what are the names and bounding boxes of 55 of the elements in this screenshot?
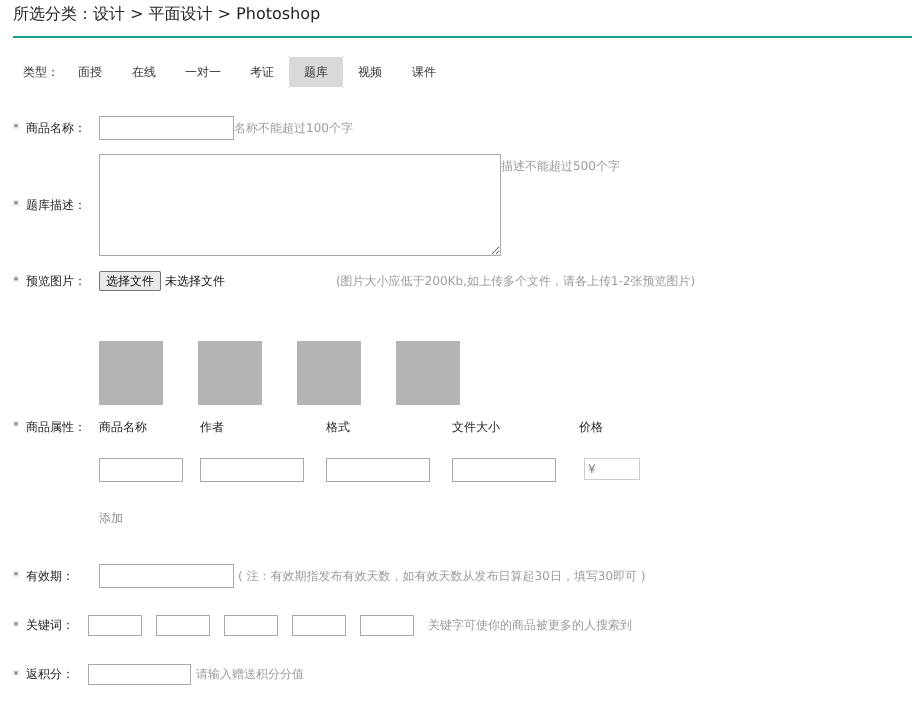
column-heading: 价格	[579, 419, 603, 435]
field-label: 商品属性：	[26, 419, 87, 436]
breadcrumb: 所选分类：设计 > 平面设计 > Photoshop	[13, 3, 322, 24]
image-placeholder	[396, 341, 460, 405]
file-status: 未选择文件	[165, 272, 226, 290]
field-label: 预览图片：	[26, 272, 87, 290]
required-marker: *	[13, 121, 20, 135]
input-field[interactable]	[99, 458, 183, 482]
input-field[interactable]	[452, 458, 556, 482]
required-marker: *	[13, 274, 20, 288]
type-tab[interactable]: 在线	[117, 57, 171, 87]
hint-text: ( 注：有效期指发布有效天数，如有效天数从发布日算起30日，填写30即可 )	[238, 568, 646, 584]
image-placeholder	[297, 341, 361, 405]
type-tab[interactable]: 题库	[289, 57, 343, 87]
type-tab[interactable]: 面授	[63, 57, 117, 87]
required-marker: *	[13, 569, 20, 583]
hint-text: 名称不能超过100个字	[234, 120, 353, 136]
input-field[interactable]	[88, 664, 191, 685]
choose-file-button[interactable]: 选择文件	[99, 271, 161, 291]
hint-text: 请输入赠送积分分值	[196, 666, 304, 683]
price-field[interactable]: ¥	[584, 458, 640, 480]
required-marker: *	[13, 668, 20, 682]
keyword-field[interactable]	[360, 615, 414, 636]
required-marker: *	[13, 618, 20, 632]
hint-text: (图片大小应低于200Kb,如上传多个文件，请各上传1-2张预览图片)	[336, 272, 696, 290]
field-label: 有效期：	[26, 568, 75, 584]
input-field[interactable]	[99, 564, 234, 588]
type-tab[interactable]: 课件	[397, 57, 451, 87]
keyword-field[interactable]	[224, 615, 278, 636]
type-tab[interactable]: 考证	[235, 57, 289, 87]
field-label: 返积分：	[26, 666, 75, 683]
keyword-field[interactable]	[292, 615, 346, 636]
type-label: 类型：	[23, 64, 60, 80]
hint-text: 描述不能超过500个字	[501, 158, 620, 175]
field-label: 关键词：	[26, 617, 75, 634]
keyword-field[interactable]	[88, 615, 142, 636]
required-marker: *	[13, 419, 20, 433]
column-heading: 商品名称	[99, 419, 147, 435]
image-placeholder	[198, 341, 262, 405]
keyword-field[interactable]	[156, 615, 210, 636]
add-link[interactable]: 添加	[99, 511, 123, 525]
type-tab[interactable]: 视频	[343, 57, 397, 87]
column-heading: 文件大小	[452, 419, 500, 435]
hint-text: 关键字可使你的商品被更多的人搜索到	[428, 617, 632, 634]
field-label: 商品名称：	[26, 120, 87, 136]
required-marker: *	[13, 198, 20, 212]
field-label: 题库描述：	[26, 196, 87, 214]
input-field[interactable]	[200, 458, 304, 482]
input-field[interactable]	[99, 116, 234, 140]
input-field[interactable]	[326, 458, 430, 482]
column-heading: 作者	[200, 419, 224, 435]
description-textarea[interactable]	[99, 154, 501, 256]
image-placeholder	[99, 341, 163, 405]
column-heading: 格式	[326, 419, 350, 435]
type-tab[interactable]: 一对一	[171, 57, 235, 87]
